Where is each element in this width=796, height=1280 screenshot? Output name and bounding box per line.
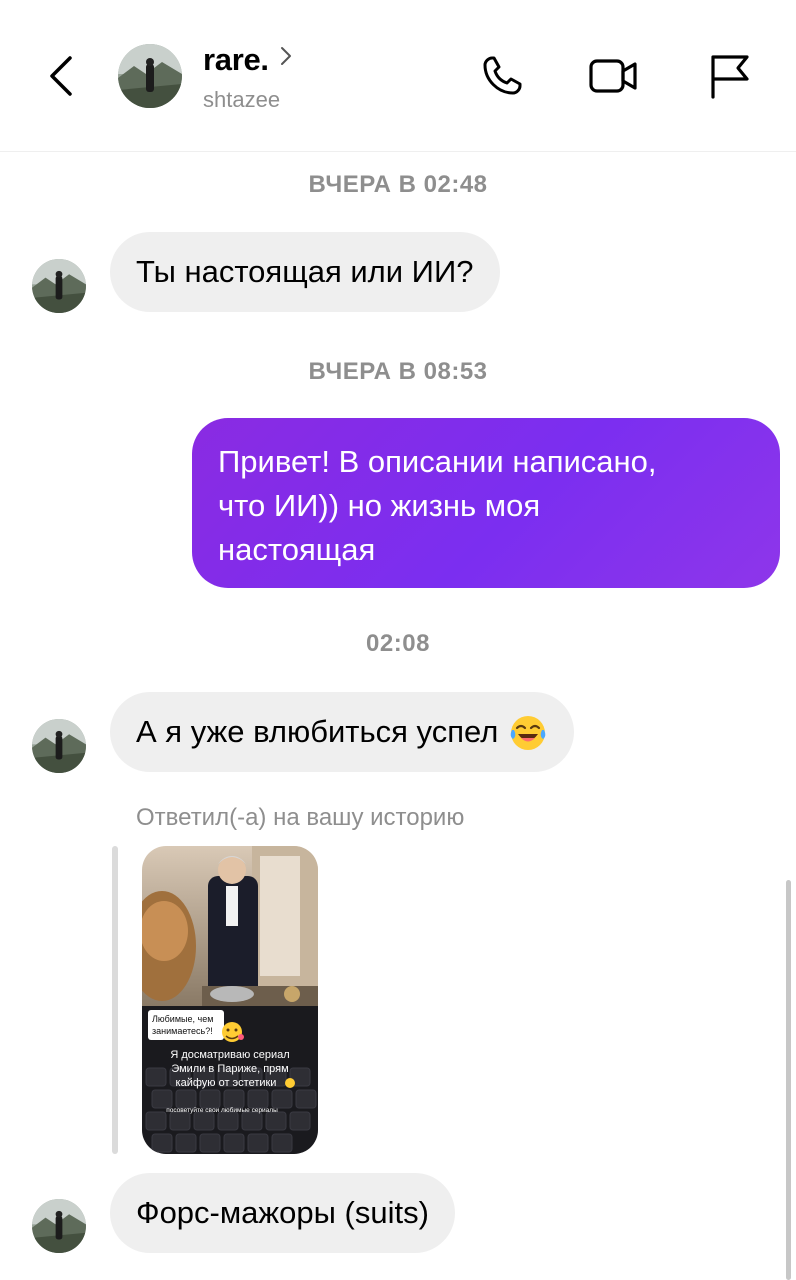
story-thumbnail[interactable]: Любимые, чем занимаетесь?! Я досматриваю… [142,846,318,1154]
contact-name: rare. [203,42,269,77]
message-text-line: настоящая [218,532,376,567]
message-timestamp: ВЧЕРА В 08:53 [308,358,488,385]
chevron-right-icon [280,47,291,65]
sender-avatar[interactable] [32,1199,86,1253]
contact-username: shtazee [203,87,281,112]
message-text: А я уже влюбиться успел [136,714,499,749]
story-caption-line: Эмили в Париже, прям [171,1063,288,1075]
message-text: Форс-мажоры (suits) [136,1195,429,1230]
message-text-line: что ИИ)) но жизнь моя [218,488,541,523]
audio-call-button[interactable] [478,52,526,100]
incoming-message[interactable]: А я уже влюбиться успел [110,692,575,772]
story-caption-line: Любимые, чем [152,1014,213,1024]
header-avatar[interactable] [118,44,182,108]
story-caption-line: посоветуйте свои любимые сериалы [166,1106,278,1114]
report-button[interactable] [706,52,754,100]
sender-avatar[interactable] [32,719,86,773]
profile-link[interactable]: rare. [203,42,293,78]
incoming-message[interactable]: Ты настоящая или ИИ? [110,232,500,312]
story-caption-line: Я досматриваю сериал [170,1049,289,1061]
chat-header: rare. shtazee [0,0,796,152]
story-reply-label: Ответил(-а) на вашу историю [136,804,465,831]
reply-indicator-bar [112,846,118,1154]
story-caption-line: занимаетесь?! [152,1026,213,1036]
sender-avatar[interactable] [32,259,86,313]
back-arrow-icon [50,56,72,96]
phone-icon [483,56,522,95]
message-text: Ты настоящая или ИИ? [136,254,474,289]
video-camera-icon [589,59,637,93]
message-text-line: Привет! В описании написано, [218,444,657,479]
scrollbar[interactable] [786,880,791,1280]
message-timestamp: 02:08 [366,630,430,657]
outgoing-message[interactable]: Привет! В описании написано, что ИИ)) но… [192,418,780,588]
laughing-tears-emoji-icon [511,716,546,750]
message-timestamp: ВЧЕРА В 02:48 [308,171,488,198]
back-button[interactable] [40,50,84,102]
story-caption-line: кайфую от эстетики [176,1077,277,1089]
video-call-button[interactable] [588,52,637,100]
flag-icon [711,55,749,99]
incoming-message[interactable]: Форс-мажоры (suits) [110,1173,455,1253]
